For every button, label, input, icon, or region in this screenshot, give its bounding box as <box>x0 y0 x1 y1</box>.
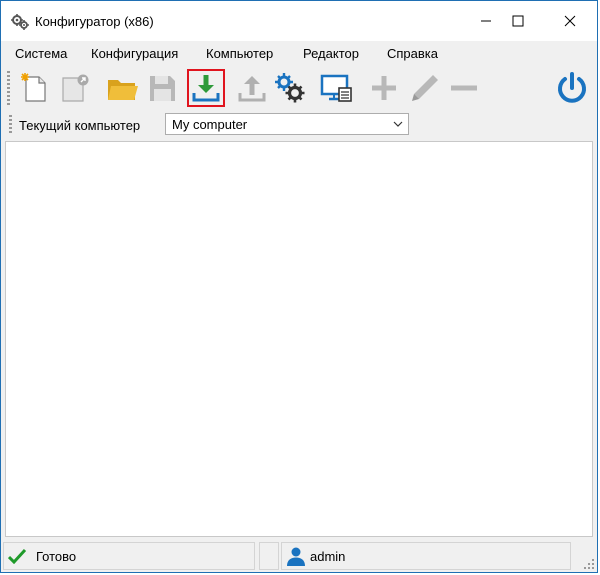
user-icon <box>287 547 305 566</box>
open-link-document-icon <box>62 74 89 102</box>
menu-configuration[interactable]: Конфигурация <box>91 46 178 61</box>
close-icon <box>564 15 576 27</box>
edit-button[interactable] <box>405 69 443 107</box>
maximize-icon <box>512 15 524 27</box>
download-icon <box>192 75 220 102</box>
gears-icon <box>275 73 305 103</box>
save-button[interactable] <box>143 69 181 107</box>
toolbar-grip[interactable] <box>7 71 10 105</box>
status-panel-spacer <box>259 542 279 570</box>
upload-icon <box>238 76 266 102</box>
menu-help[interactable]: Справка <box>387 46 438 61</box>
gears-app-icon <box>11 14 29 30</box>
resize-grip-icon[interactable] <box>583 558 595 570</box>
status-panel-user: admin <box>281 542 571 570</box>
upload-button[interactable] <box>233 69 271 107</box>
status-state-text: Готово <box>36 549 77 564</box>
app-window: Конфигуратор (x86) Система Конфигурация … <box>0 0 598 573</box>
status-user-text: admin <box>310 549 346 564</box>
computer-screen-icon <box>320 74 352 102</box>
power-button[interactable] <box>553 69 591 107</box>
minimize-icon <box>481 20 491 22</box>
checkmark-icon <box>8 548 26 564</box>
computer-button[interactable] <box>317 69 355 107</box>
open-folder-button[interactable] <box>103 69 141 107</box>
menu-computer[interactable]: Компьютер <box>206 46 273 61</box>
open-linked-document-button[interactable] <box>55 69 93 107</box>
computer-select[interactable]: My computer <box>165 113 409 135</box>
remove-button[interactable] <box>445 69 483 107</box>
maximize-button[interactable] <box>495 1 541 41</box>
main-toolbar <box>1 65 597 111</box>
selector-bar-grip[interactable] <box>9 115 12 135</box>
save-disk-icon <box>150 76 175 101</box>
download-button[interactable] <box>187 69 225 107</box>
menu-bar: Система Конфигурация Компьютер Редактор … <box>1 41 597 65</box>
menu-system[interactable]: Система <box>15 46 67 61</box>
new-document-button[interactable] <box>15 69 53 107</box>
computer-select-value: My computer <box>172 117 248 132</box>
status-bar: Готово admin <box>1 540 597 572</box>
chevron-down-icon <box>393 121 403 127</box>
new-document-icon <box>21 73 46 102</box>
main-content-area[interactable] <box>5 141 593 537</box>
pencil-icon <box>412 75 438 101</box>
status-panel-state: Готово <box>3 542 255 570</box>
menu-editor[interactable]: Редактор <box>303 46 359 61</box>
power-icon <box>558 72 586 103</box>
close-button[interactable] <box>547 1 593 41</box>
settings-button[interactable] <box>271 69 309 107</box>
window-title: Конфигуратор (x86) <box>35 14 154 29</box>
title-bar[interactable]: Конфигуратор (x86) <box>1 1 597 41</box>
computer-selector-bar: Текущий компьютер My computer <box>1 111 597 139</box>
minus-icon <box>451 85 477 91</box>
current-computer-label: Текущий компьютер <box>19 118 141 133</box>
plus-icon <box>372 76 396 100</box>
folder-icon <box>108 80 138 100</box>
add-button[interactable] <box>365 69 403 107</box>
